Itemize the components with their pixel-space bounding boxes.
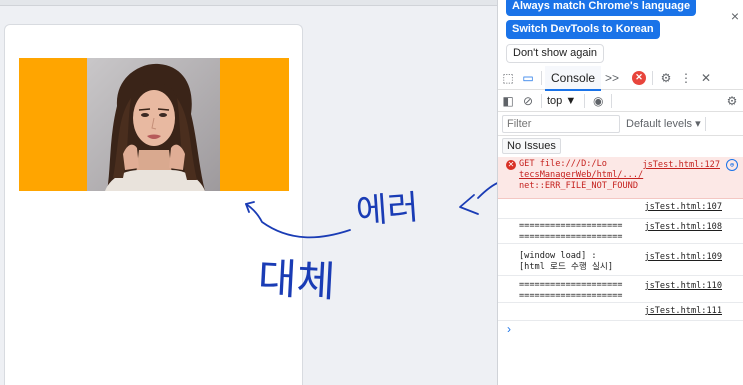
error-count-icon: ✕: [632, 70, 647, 85]
log-line-2: ====================: [519, 232, 623, 242]
clear-console-icon[interactable]: ⊘: [518, 91, 538, 111]
arrow-to-error-head: [459, 194, 479, 215]
console-log-message: jsTest.html:111: [498, 303, 743, 321]
portrait-image: [87, 58, 220, 191]
source-link[interactable]: jsTest.html:109: [644, 252, 722, 263]
filter-bar: Default levels ▾: [498, 112, 743, 136]
console-log-message: [window load] : [html 로드 수행 실시] jsTest.h…: [498, 244, 743, 276]
devtools-tab-bar: ⬚ ▭ Console >> ✕ ⚙ ⋮ ✕: [498, 65, 743, 91]
sidebar-toggle-icon[interactable]: ◧: [498, 91, 518, 111]
browser-top-strip: [0, 0, 497, 6]
source-link[interactable]: jsTest.html:110: [644, 281, 722, 292]
device-toolbar-icon[interactable]: ▭: [518, 68, 538, 88]
error-line-2[interactable]: tecsManagerWeb/html/.../: [519, 170, 738, 181]
network-globe-icon[interactable]: ⊕: [726, 159, 738, 171]
live-expression-eye-icon[interactable]: ◉: [588, 91, 608, 111]
issues-button[interactable]: No Issues: [502, 138, 561, 154]
source-link[interactable]: jsTest.html:108: [644, 222, 722, 233]
error-counter-badge[interactable]: ✕: [629, 68, 649, 88]
dont-show-again-button[interactable]: Don't show again: [506, 44, 605, 63]
filter-input[interactable]: [502, 114, 620, 133]
tab-console[interactable]: Console: [545, 65, 602, 91]
console-error-message: ✕ GET file:///D:/Lo tecsManagerWeb/html/…: [498, 157, 743, 199]
note-error-label: 에러: [355, 188, 420, 232]
inspect-element-icon[interactable]: ⬚: [498, 68, 518, 88]
settings-gear-icon[interactable]: ⚙: [656, 68, 676, 88]
console-log-message: ==================== ===================…: [498, 219, 743, 244]
issues-bar: No Issues: [498, 136, 743, 156]
devtools-panel: Always match Chrome's language Switch De…: [497, 0, 743, 385]
fallback-image-box: [19, 58, 289, 191]
log-line-2: [html 로드 수행 실시]: [519, 262, 614, 272]
error-line-3: net::ERR_FILE_NOT_FOUND: [519, 181, 638, 191]
switch-language-button[interactable]: Switch DevTools to Korean: [506, 20, 660, 39]
match-language-button[interactable]: Always match Chrome's language: [506, 0, 697, 16]
console-context-bar: ◧ ⊘ top ▼ ◉ ⚙: [498, 90, 743, 112]
console-settings-icon[interactable]: ⚙: [722, 91, 742, 111]
source-link[interactable]: jsTest.html:127: [642, 160, 720, 171]
console-log-message: ==================== ===================…: [498, 276, 743, 303]
context-selector[interactable]: top ▼: [547, 95, 576, 107]
console-messages: ✕ GET file:///D:/Lo tecsManagerWeb/html/…: [498, 157, 743, 321]
log-levels-dropdown[interactable]: Default levels ▾: [626, 117, 701, 130]
page-viewport: [4, 24, 303, 385]
source-link[interactable]: jsTest.html:111: [644, 306, 722, 317]
log-line-2: ====================: [519, 291, 623, 301]
screenshot-stage: 에러 대체 Always match Chrome's language Swi…: [0, 0, 743, 385]
kebab-menu-icon[interactable]: ⋮: [676, 68, 696, 88]
console-prompt[interactable]: ›: [507, 322, 511, 336]
close-notification-icon[interactable]: ×: [731, 8, 739, 24]
console-log-message: jsTest.html:107: [498, 199, 743, 219]
source-link[interactable]: jsTest.html:107: [644, 202, 722, 213]
more-tabs-icon[interactable]: >>: [601, 68, 623, 88]
error-icon: ✕: [506, 160, 516, 170]
close-devtools-icon[interactable]: ✕: [696, 68, 716, 88]
